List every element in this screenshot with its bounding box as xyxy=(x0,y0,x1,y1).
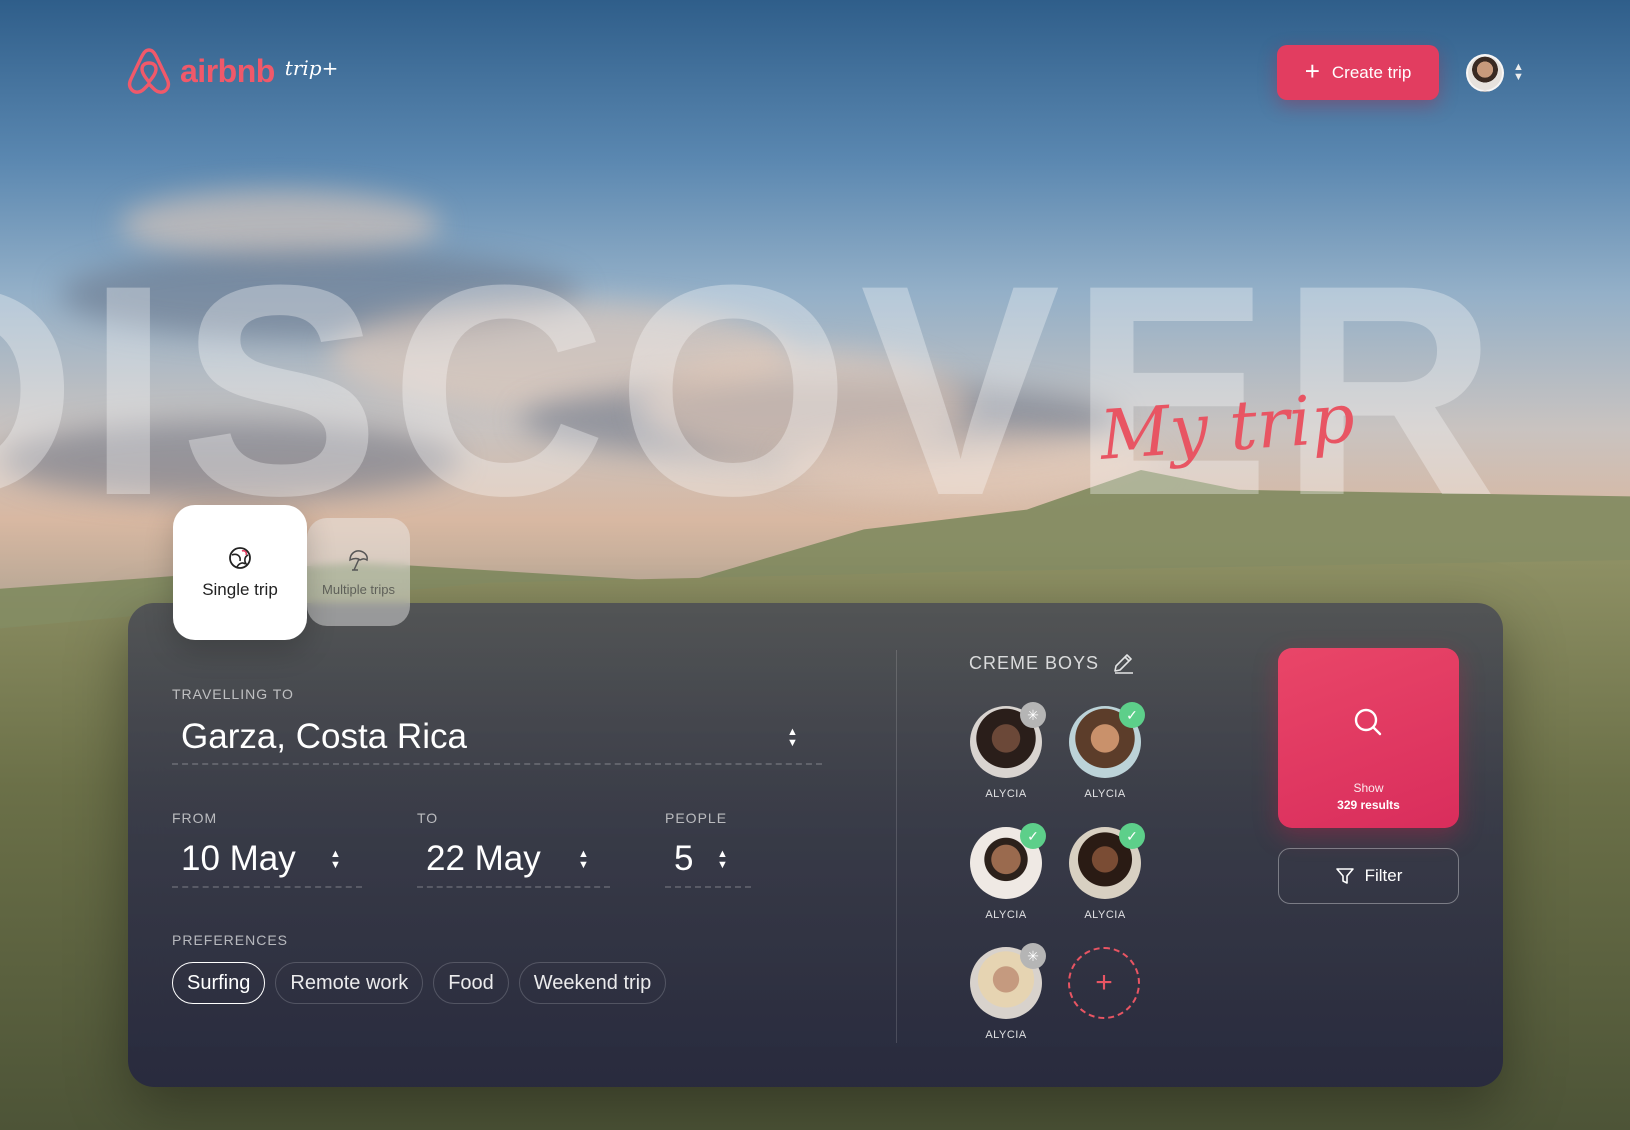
search-icon xyxy=(1354,708,1382,736)
pending-icon: ✳ xyxy=(1020,702,1046,728)
plus-icon: + xyxy=(1304,56,1320,86)
group-member[interactable]: ✳ ALYCIA xyxy=(969,943,1046,1041)
group-name-label: CREME BOYS xyxy=(969,652,1100,673)
brand-name: airbnb xyxy=(180,52,275,89)
to-underline xyxy=(417,886,610,888)
destination-underline xyxy=(172,763,822,765)
member-name: ALYCIA xyxy=(985,788,1027,800)
umbrella-icon xyxy=(348,549,368,571)
check-icon: ✓ xyxy=(1119,702,1145,728)
check-icon: ✓ xyxy=(1020,823,1046,849)
chip-food[interactable]: Food xyxy=(433,962,509,1004)
member-name: ALYCIA xyxy=(1084,909,1126,921)
member-avatar: ✓ xyxy=(970,823,1046,899)
preferences-label: PREFERENCES xyxy=(172,932,289,948)
show-label: Show xyxy=(1353,781,1384,795)
member-avatar: ✓ xyxy=(1069,823,1145,899)
people-field[interactable]: 5 xyxy=(674,839,693,879)
people-label: PEOPLE xyxy=(665,810,728,826)
people-stepper-icon[interactable]: ▲ ▼ xyxy=(717,849,728,871)
group-member[interactable]: ✓ ALYCIA xyxy=(969,823,1046,921)
member-avatar: ✳ xyxy=(970,702,1046,778)
member-name: ALYCIA xyxy=(985,1029,1027,1041)
show-results-button[interactable]: Show 329 results xyxy=(1278,648,1459,828)
create-trip-button[interactable]: + Create trip xyxy=(1277,45,1439,100)
create-trip-label: Create trip xyxy=(1331,62,1412,82)
pencil-icon[interactable] xyxy=(1111,651,1135,675)
tab-single-trip-label: Single trip xyxy=(202,579,278,599)
brand-subtitle: trip+ xyxy=(284,56,339,80)
filter-button[interactable]: Filter xyxy=(1278,848,1459,904)
member-name: ALYCIA xyxy=(1084,788,1126,800)
plus-icon: + xyxy=(1095,966,1113,999)
from-stepper-icon[interactable]: ▲ ▼ xyxy=(330,849,341,871)
user-avatar[interactable] xyxy=(1466,54,1504,92)
tab-multiple-trips-label: Multiple trips xyxy=(322,581,395,597)
from-date-field[interactable]: 10 May xyxy=(181,839,296,879)
group-member[interactable]: ✳ ALYCIA xyxy=(969,702,1046,800)
beach-ball-icon xyxy=(229,546,251,569)
from-label: FROM xyxy=(172,810,218,826)
user-menu-toggle-icon[interactable]: ▲ ▼ xyxy=(1513,62,1524,83)
tab-single-trip[interactable]: Single trip xyxy=(173,505,307,640)
destination-label: TRAVELLING TO xyxy=(172,686,294,702)
trip-search-panel: TRAVELLING TO Garza, Costa Rica ▲ ▼ FROM … xyxy=(128,603,1503,1087)
check-icon: ✓ xyxy=(1119,823,1145,849)
results-count: 329 results xyxy=(1337,798,1400,812)
to-stepper-icon[interactable]: ▲ ▼ xyxy=(578,849,589,871)
add-member-button[interactable]: + xyxy=(1068,947,1140,1019)
pending-icon: ✳ xyxy=(1020,943,1046,969)
brand-logo[interactable]: airbnb trip+ xyxy=(126,46,338,96)
tab-multiple-trips[interactable]: Multiple trips xyxy=(307,518,410,626)
chip-surfing[interactable]: Surfing xyxy=(172,962,266,1004)
destination-stepper-icon[interactable]: ▲ ▼ xyxy=(787,727,798,749)
destination-select[interactable]: Garza, Costa Rica xyxy=(181,717,467,757)
group-member[interactable]: ✓ ALYCIA xyxy=(1068,702,1145,800)
to-label: TO xyxy=(417,810,439,826)
panel-divider xyxy=(896,650,897,1043)
to-date-field[interactable]: 22 May xyxy=(426,839,541,879)
people-underline xyxy=(665,886,751,888)
member-avatar: ✓ xyxy=(1069,702,1145,778)
from-underline xyxy=(172,886,362,888)
group-member[interactable]: ✓ ALYCIA xyxy=(1068,823,1145,921)
chip-remote-work[interactable]: Remote work xyxy=(275,962,424,1004)
group-name: CREME BOYS xyxy=(969,651,1135,675)
member-avatar: ✳ xyxy=(970,943,1046,1019)
airbnb-logo-icon xyxy=(127,48,171,94)
preference-chips: Surfing Remote work Food Weekend trip xyxy=(172,962,667,1004)
chip-weekend-trip[interactable]: Weekend trip xyxy=(518,962,667,1004)
filter-icon xyxy=(1335,868,1354,884)
member-name: ALYCIA xyxy=(985,909,1027,921)
filter-label: Filter xyxy=(1364,866,1403,885)
